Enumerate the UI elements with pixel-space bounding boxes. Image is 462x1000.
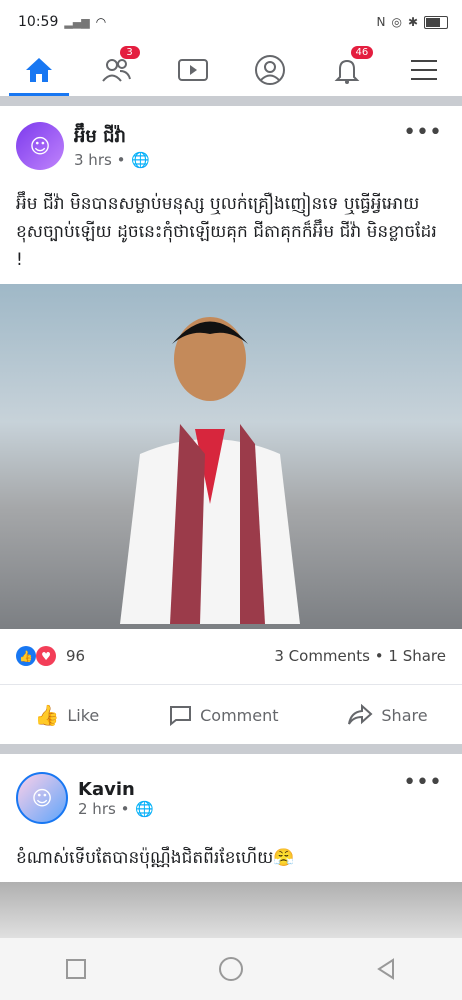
home-icon (25, 58, 52, 82)
clock: 10:59 (18, 14, 59, 30)
comment-icon (170, 706, 192, 726)
more-options-button[interactable]: ••• (403, 770, 442, 795)
home-button[interactable] (218, 957, 243, 981)
like-button[interactable]: 👍 Like (34, 703, 99, 727)
comment-count[interactable]: 3 Comments (274, 647, 370, 665)
signal-icon: ▂▄▆ (64, 15, 90, 29)
post-author[interactable]: អ៊ឹម ជីវ៉ា (74, 124, 150, 151)
post-actions: 👍 Like Comment Share (0, 684, 462, 745)
post-stats: 👍 ♥ 96 3 Comments • 1 Share (16, 646, 446, 666)
share-label: Share (381, 705, 428, 725)
tab-friends[interactable]: 3 (86, 44, 146, 96)
top-nav: 3 46 (0, 44, 462, 96)
avatar[interactable]: ☺ (16, 772, 68, 824)
post-header: ☺ អ៊ឹម ជីវ៉ា 3 hrs • 🌐 (16, 122, 150, 170)
post-author[interactable]: Kavin (78, 779, 154, 800)
person-figure (120, 317, 300, 624)
bluetooth-icon: ✱ (407, 15, 418, 29)
wifi-icon: ◠ (95, 15, 107, 29)
recent-apps-button[interactable] (66, 959, 87, 979)
avatar[interactable]: ☺ (16, 122, 64, 170)
tab-profile[interactable] (240, 44, 300, 96)
comment-button[interactable]: Comment (168, 704, 279, 726)
post-header: ☺ Kavin 2 hrs • 🌐 (16, 772, 154, 824)
menu-icon (410, 60, 437, 80)
post-text: ខំណាស់ទើបតែបានប៉ុណ្ណឹងជិតពីរខែហើយ😤 (16, 848, 295, 868)
feed-divider (0, 96, 462, 106)
notifications-badge: 46 (350, 46, 374, 59)
share-count[interactable]: 1 Share (388, 647, 446, 665)
more-options-button[interactable]: ••• (403, 120, 442, 145)
thumbs-up-icon: 👍 (34, 703, 60, 727)
tab-watch[interactable] (163, 44, 223, 96)
share-icon (348, 704, 373, 725)
reaction-count[interactable]: 96 (66, 647, 85, 665)
comment-label: Comment (200, 705, 279, 725)
globe-icon: 🌐 (131, 150, 151, 169)
feed-divider (0, 744, 462, 754)
post-text: អ៊ឹម ជីវ៉ា មិនបានសម្លាប់មនុស្ស ឬលក់គ្រឿង… (16, 194, 437, 270)
post-photo[interactable] (0, 284, 462, 629)
post-photo[interactable] (0, 882, 462, 938)
post-time: 2 hrs • (78, 799, 130, 818)
profile-icon (254, 55, 285, 85)
tab-menu[interactable] (394, 44, 454, 96)
friends-badge: 3 (119, 46, 140, 59)
nfc-icon: N (376, 15, 386, 29)
friends-icon (101, 59, 131, 82)
system-nav-bar (0, 938, 462, 1000)
tab-notifications[interactable]: 46 (317, 44, 377, 96)
video-icon (177, 59, 208, 81)
tab-home[interactable] (8, 44, 69, 96)
love-reaction-icon: ♥ (36, 646, 56, 666)
status-bar: 10:59 ▂▄▆ ◠ N ◎ ✱ (0, 0, 462, 44)
like-label: Like (67, 705, 100, 725)
bell-icon (334, 59, 359, 84)
share-button[interactable]: Share (347, 704, 428, 726)
like-reaction-icon: 👍 (16, 646, 36, 666)
back-button[interactable] (376, 958, 396, 980)
vpn-icon: ◎ (391, 15, 402, 29)
globe-icon: 🌐 (135, 799, 155, 818)
post-time: 3 hrs • (74, 150, 126, 169)
battery-icon (424, 15, 448, 29)
